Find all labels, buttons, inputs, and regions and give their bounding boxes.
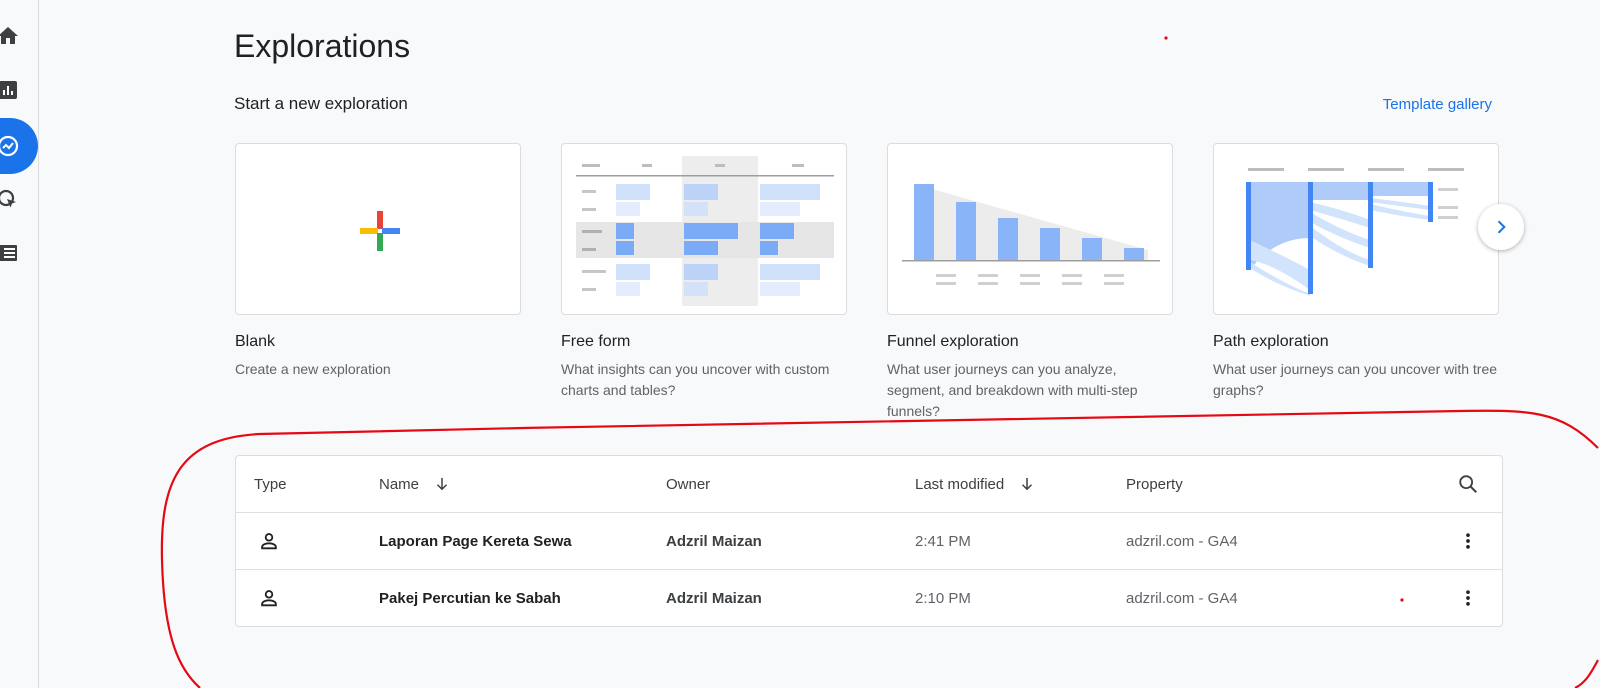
nav-rail xyxy=(0,0,39,688)
column-header-last-modified-label: Last modified xyxy=(915,475,1005,493)
template-card-free-form[interactable]: Free form What insights can you uncover … xyxy=(561,143,847,401)
template-card-funnel[interactable]: Funnel exploration What user journeys ca… xyxy=(887,143,1173,422)
column-header-owner: Owner xyxy=(666,475,711,493)
bar-chart-icon xyxy=(0,81,17,99)
type-cell xyxy=(258,570,280,626)
person-icon xyxy=(261,533,277,550)
card-title: Funnel exploration xyxy=(887,333,1019,350)
card-description: What user journeys can you analyze, segm… xyxy=(887,361,1138,419)
row-menu-button[interactable] xyxy=(1440,570,1496,626)
annotation-dot xyxy=(1164,36,1168,40)
card-description: What insights can you uncover with custo… xyxy=(561,361,830,398)
path-thumbnail xyxy=(1213,143,1499,315)
page-title: Explorations xyxy=(234,28,411,64)
person-icon xyxy=(261,590,277,607)
row-menu-button[interactable] xyxy=(1440,513,1496,569)
card-description: Create a new exploration xyxy=(235,361,391,377)
carousel-next-button[interactable] xyxy=(1478,204,1524,250)
card-title: Free form xyxy=(561,333,631,350)
home-icon xyxy=(0,27,18,44)
cursor-click-icon xyxy=(0,189,16,208)
column-header-type: Type xyxy=(254,475,287,493)
funnel-chart-icon xyxy=(902,184,1160,285)
template-card-path[interactable]: Path exploration What user journeys can … xyxy=(1213,143,1499,401)
plus-icon xyxy=(360,211,400,251)
type-cell xyxy=(258,513,280,569)
section-subtitle: Start a new exploration xyxy=(234,94,408,113)
owner-cell: Adzril Maizan xyxy=(666,589,762,607)
table-row[interactable]: Laporan Page Kereta Sewa Adzril Maizan 2… xyxy=(236,513,1502,570)
free-form-thumbnail xyxy=(561,143,847,315)
explorations-table: Type Name Owner Last modified Property L… xyxy=(235,455,1503,627)
more-vert-icon xyxy=(1466,590,1470,606)
annotation-circle-right xyxy=(1574,659,1599,688)
chevron-right-icon xyxy=(1497,220,1506,234)
nav-reports[interactable] xyxy=(0,70,38,110)
template-gallery-link[interactable]: Template gallery xyxy=(1383,96,1492,113)
funnel-thumbnail xyxy=(887,143,1173,315)
property-cell: adzril.com - GA4 xyxy=(1126,532,1238,550)
property-cell: adzril.com - GA4 xyxy=(1126,589,1238,607)
table-preview-icon xyxy=(576,156,834,306)
exploration-name-link[interactable]: Pakej Percutian ke Sabah xyxy=(379,570,561,626)
last-modified-cell: 2:10 PM xyxy=(915,589,971,607)
table-search-button[interactable] xyxy=(1440,456,1496,512)
column-header-property: Property xyxy=(1126,475,1183,493)
last-modified-cell: 2:41 PM xyxy=(915,532,971,550)
list-icon xyxy=(0,245,17,261)
sort-arrow-down-icon[interactable] xyxy=(433,475,451,493)
table-row[interactable]: Pakej Percutian ke Sabah Adzril Maizan 2… xyxy=(236,570,1502,626)
nav-advertising[interactable] xyxy=(0,180,38,220)
column-header-last-modified[interactable]: Last modified xyxy=(915,456,1036,512)
owner-cell: Adzril Maizan xyxy=(666,532,762,550)
exploration-name-link[interactable]: Laporan Page Kereta Sewa xyxy=(379,513,572,569)
card-title: Path exploration xyxy=(1213,333,1329,350)
explore-icon xyxy=(0,135,19,157)
sort-arrow-down-icon[interactable] xyxy=(1018,475,1036,493)
nav-explore[interactable] xyxy=(0,126,38,166)
column-header-name-label: Name xyxy=(379,475,420,493)
more-vert-icon xyxy=(1466,533,1470,549)
card-title: Blank xyxy=(235,333,276,350)
tree-graph-icon xyxy=(1246,168,1464,296)
card-description: What user journeys can you uncover with … xyxy=(1213,361,1498,398)
template-card-blank[interactable]: Blank Create a new exploration xyxy=(235,143,521,380)
nav-home[interactable] xyxy=(0,16,38,56)
column-header-name[interactable]: Name xyxy=(379,456,451,512)
nav-configure[interactable] xyxy=(0,233,38,273)
table-header-row: Type Name Owner Last modified Property xyxy=(236,456,1502,513)
blank-thumbnail xyxy=(235,143,521,315)
search-icon xyxy=(1459,475,1477,493)
